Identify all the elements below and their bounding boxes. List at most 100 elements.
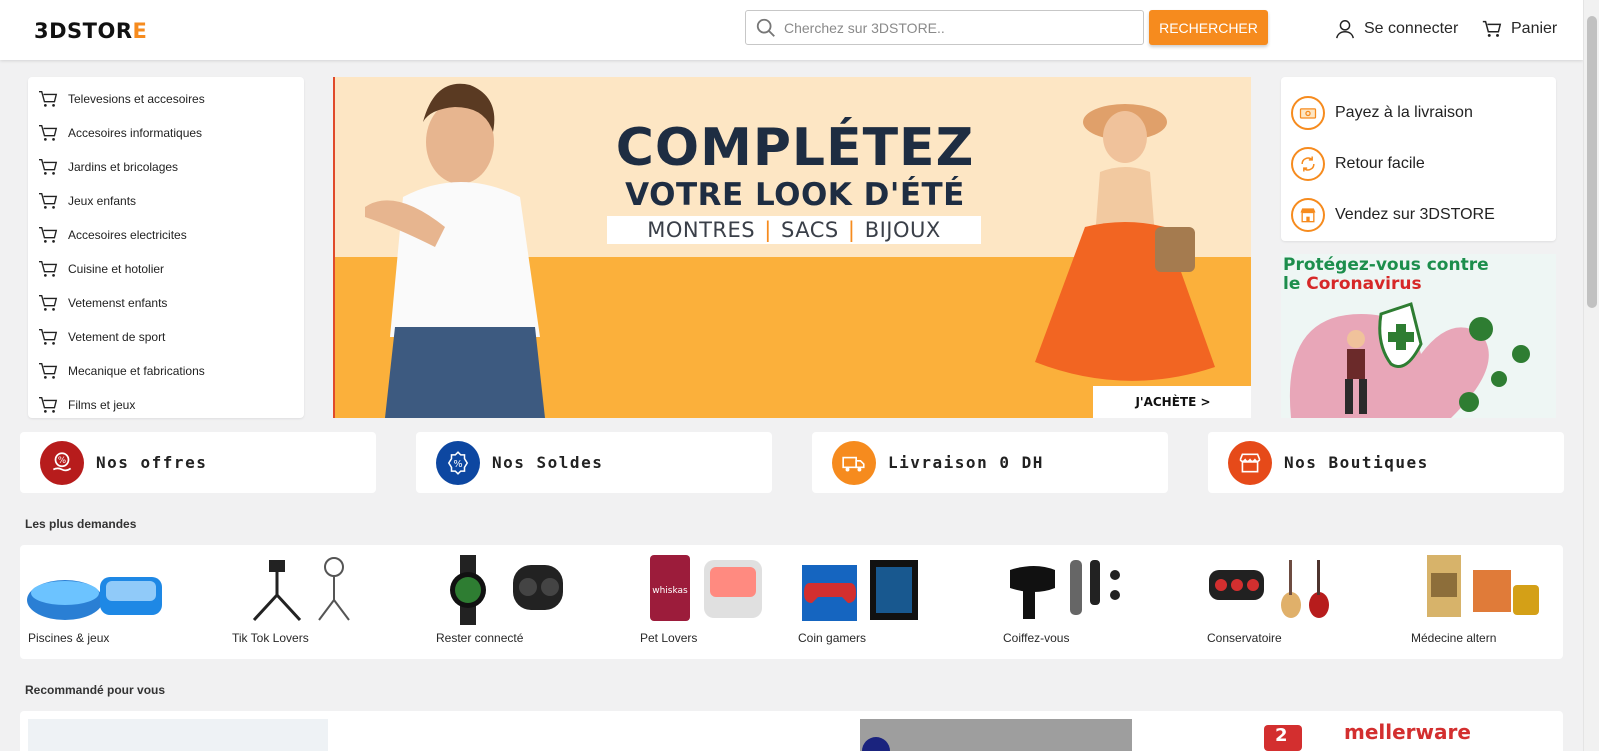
- services-panel: Payez à la livraison Retour facile Vende…: [1281, 77, 1556, 241]
- tile-offers[interactable]: % Nos offres: [20, 432, 376, 493]
- product-label: Tik Tok Lovers: [232, 631, 309, 645]
- tile-free-delivery[interactable]: Livraison 0 DH: [812, 432, 1168, 493]
- recommended-previews: [28, 719, 1302, 751]
- category-item[interactable]: Mecanique et fabrications: [28, 354, 304, 388]
- offer-hand-icon: %: [40, 440, 84, 485]
- svg-text:whiskas: whiskas: [652, 586, 688, 596]
- category-item[interactable]: Vetement de sport: [28, 320, 304, 354]
- banner-tag: MONTRES: [647, 218, 756, 242]
- return-icon: [1291, 146, 1325, 181]
- service-label: Payez à la livraison: [1335, 103, 1473, 121]
- cart-icon: [39, 91, 58, 107]
- cart-icon: [39, 227, 58, 243]
- coronavirus-ad-line1: Protégez-vous contre: [1283, 255, 1489, 275]
- category-item[interactable]: Films et jeux: [28, 388, 304, 422]
- banner-tag: BIJOUX: [864, 218, 941, 242]
- promo-banner[interactable]: COMPLÉTEZ VOTRE LOOK D'ÉTÉ MONTRES | SAC…: [333, 77, 1251, 418]
- product-connected[interactable]: Rester connecté: [428, 545, 628, 659]
- search-button[interactable]: RECHERCHER: [1149, 10, 1268, 45]
- product-label: Coiffez-vous: [1003, 631, 1070, 645]
- tile-label: Livraison 0 DH: [888, 453, 1044, 472]
- site-logo[interactable]: 3DSTORE: [34, 19, 147, 43]
- banner-tags: MONTRES | SACS | BIJOUX: [607, 216, 981, 244]
- coronavirus-ad[interactable]: Protégez-vous contre le Coronavirus: [1281, 254, 1556, 418]
- category-label: Cuisine et hotolier: [68, 262, 165, 276]
- category-label: Vetemenst enfants: [68, 296, 168, 310]
- svg-text:%: %: [58, 456, 66, 466]
- recommended-strip: 2 mellerware: [20, 711, 1563, 751]
- login-label: Se connecter: [1364, 20, 1459, 37]
- user-icon: [1336, 20, 1354, 39]
- banner-tag: SACS: [781, 218, 839, 242]
- login-link[interactable]: Se connecter: [1334, 18, 1458, 40]
- tile-sales[interactable]: % Nos Soldes: [416, 432, 772, 493]
- scrollbar-thumb[interactable]: [1587, 16, 1597, 308]
- product-label: Coin gamers: [798, 631, 867, 645]
- tile-shops[interactable]: Nos Boutiques: [1208, 432, 1564, 493]
- page-scrollbar[interactable]: [1583, 0, 1599, 751]
- category-item[interactable]: Cuisine et hotolier: [28, 252, 304, 286]
- gaming-image: [802, 560, 918, 621]
- banner-cta-button[interactable]: J'ACHÈTE >: [1093, 386, 1251, 418]
- category-label: Televesions et accesoires: [68, 92, 205, 106]
- store-icon: [1291, 197, 1325, 232]
- category-item[interactable]: Jeux enfants: [28, 184, 304, 218]
- cart-icon: [39, 363, 58, 379]
- truck-icon: [832, 440, 876, 485]
- cart-icon: [39, 193, 58, 209]
- category-item[interactable]: Accesoires electricites: [28, 218, 304, 252]
- product-label: Piscines & jeux: [28, 631, 110, 645]
- rec-badge-number: 2: [1275, 725, 1288, 746]
- product-pools[interactable]: Piscines & jeux: [20, 545, 220, 659]
- category-item[interactable]: Vetemenst enfants: [28, 286, 304, 320]
- product-medicine[interactable]: Médecine altern: [1403, 545, 1599, 659]
- category-label: Films et jeux: [68, 398, 136, 412]
- category-item[interactable]: Accesoires informatiques: [28, 116, 304, 150]
- category-label: Jeux enfants: [68, 194, 137, 208]
- tile-label: Nos offres: [96, 453, 208, 472]
- service-easy-return[interactable]: Retour facile: [1281, 138, 1556, 189]
- cart-icon: [39, 397, 58, 413]
- pet-food-image: whiskas: [650, 555, 762, 621]
- banner-title-line2: VOTRE LOOK D'ÉTÉ: [625, 177, 965, 213]
- product-hair[interactable]: Coiffez-vous: [995, 545, 1195, 659]
- product-label: Rester connecté: [436, 631, 524, 645]
- tile-label: Nos Soldes: [492, 453, 604, 472]
- category-label: Mecanique et fabrications: [68, 364, 205, 378]
- service-label: Retour facile: [1335, 154, 1425, 172]
- cart-icon: [39, 159, 58, 175]
- service-label: Vendez sur 3DSTORE: [1335, 205, 1495, 223]
- category-label: Accesoires electricites: [68, 228, 187, 242]
- most-demanded-strip: Piscines & jeux Tik Tok Lovers Rester co…: [20, 545, 1563, 659]
- category-item[interactable]: Televesions et accesoires: [28, 82, 304, 116]
- shop-icon: [1228, 440, 1272, 485]
- category-label: Accesoires informatiques: [68, 126, 203, 140]
- banner-title-line1: COMPLÉTEZ: [615, 118, 975, 178]
- section-title-most-demanded: Les plus demandes: [25, 517, 137, 531]
- svg-text:%: %: [453, 458, 462, 469]
- product-tiktok[interactable]: Tik Tok Lovers: [224, 545, 424, 659]
- section-title-recommended: Recommandé pour vous: [25, 683, 166, 697]
- cart-icon: [1482, 20, 1502, 37]
- cash-icon: [1291, 95, 1325, 130]
- product-gamers[interactable]: Coin gamers: [790, 545, 990, 659]
- cart-icon: [39, 125, 58, 141]
- tripod-image: [252, 557, 350, 622]
- discount-badge-icon: %: [436, 440, 480, 485]
- herbal-image: [1427, 555, 1539, 617]
- top-header: 3DSTORE RECHERCHER Se connecter Panier: [0, 0, 1583, 60]
- tile-label: Nos Boutiques: [1284, 453, 1429, 472]
- service-pay-on-delivery[interactable]: Payez à la livraison: [1281, 87, 1556, 138]
- product-music[interactable]: Conservatoire: [1199, 545, 1399, 659]
- search-input[interactable]: [784, 11, 1139, 44]
- category-item[interactable]: Jardins et bricolages: [28, 150, 304, 184]
- rec-brand-logo: mellerware: [1344, 720, 1471, 744]
- product-label: Pet Lovers: [640, 631, 698, 645]
- hairdryer-image: [1010, 560, 1120, 619]
- drum-guitar-image: [1209, 560, 1329, 618]
- search-box: [745, 10, 1144, 45]
- category-menu: Televesions et accesoires Accesoires info…: [28, 77, 304, 418]
- cart-icon: [39, 295, 58, 311]
- service-sell[interactable]: Vendez sur 3DSTORE: [1281, 189, 1556, 240]
- cart-link[interactable]: Panier: [1481, 18, 1557, 40]
